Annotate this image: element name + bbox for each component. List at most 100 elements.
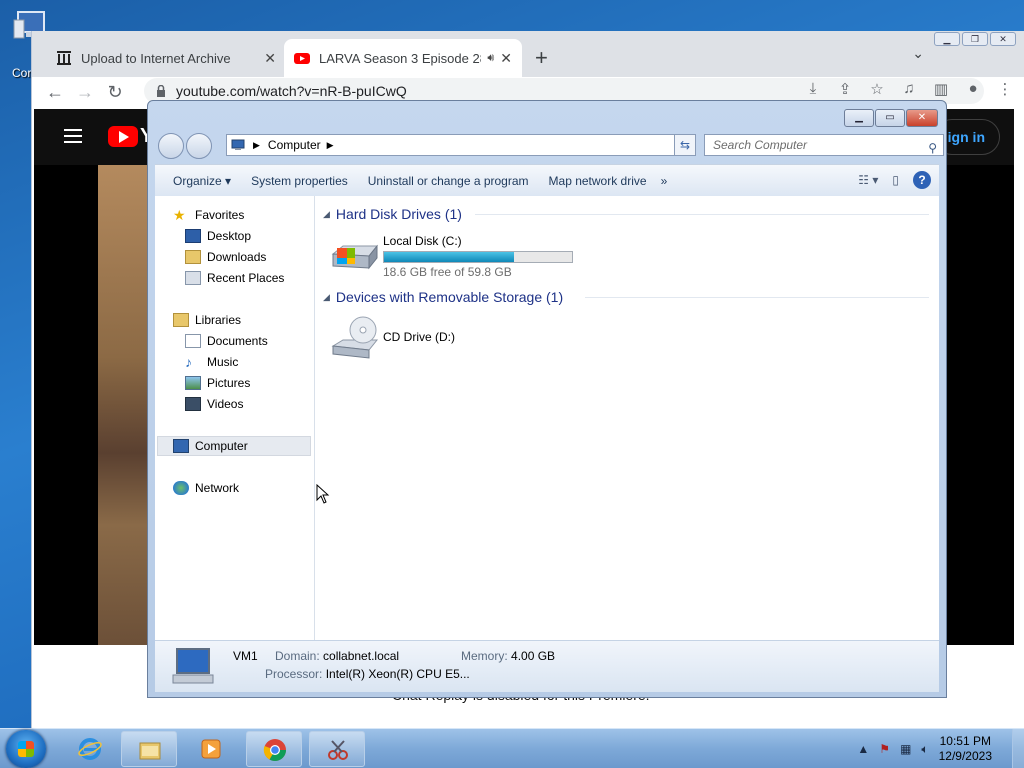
new-tab-icon[interactable]: +	[535, 45, 548, 71]
tab-title: Upload to Internet Archive	[81, 50, 231, 66]
taskbar-internet-explorer[interactable]	[62, 731, 118, 767]
media-control-icon[interactable]: ♫	[898, 80, 920, 98]
documents-icon	[185, 334, 201, 348]
nav-downloads-label: Downloads	[207, 250, 267, 264]
show-desktop-button[interactable]	[1012, 729, 1024, 768]
search-input[interactable]: Search Computer ⚲	[704, 134, 944, 156]
tab-search-chevron-icon[interactable]: ⌄	[912, 45, 924, 62]
tab-internet-archive[interactable]: Upload to Internet Archive ✕	[46, 39, 286, 77]
taskbar-snipping-tool[interactable]	[309, 731, 365, 767]
start-button[interactable]	[6, 730, 46, 768]
search-icon[interactable]: ⚲	[928, 138, 937, 158]
reload-icon[interactable]: ↻	[100, 82, 130, 103]
computer-icon	[172, 648, 214, 684]
pictures-icon	[185, 376, 201, 390]
nav-documents[interactable]: Documents	[185, 332, 268, 350]
forward-icon[interactable]: →	[70, 82, 100, 103]
more-commands-button[interactable]: »	[661, 174, 668, 188]
organize-button[interactable]: Organize ▾	[173, 174, 231, 188]
hamburger-icon[interactable]	[64, 129, 82, 143]
close-icon[interactable]: ✕	[906, 109, 938, 127]
explorer-window: ▁ ▭ ✕ ▶ Computer ▶ ▼ ⇆ Search Computer ⚲…	[147, 100, 947, 698]
nav-videos[interactable]: Videos	[185, 395, 243, 413]
help-icon[interactable]: ?	[913, 171, 931, 189]
close-icon[interactable]: ✕	[990, 32, 1016, 46]
tab-strip: Upload to Internet Archive ✕ LARVA Seaso…	[32, 31, 1024, 77]
window-controls: ▁ ❐ ✕	[934, 32, 1016, 46]
group-divider	[585, 297, 929, 298]
volume-icon[interactable]: 🔈︎	[921, 742, 928, 757]
network-status-icon[interactable]: ▦	[900, 742, 911, 756]
taskbar-media-player[interactable]	[183, 731, 239, 767]
change-view-icon[interactable]: ☷ ▾	[858, 173, 878, 187]
forward-icon[interactable]	[186, 133, 212, 159]
close-tab-icon[interactable]: ✕	[500, 50, 512, 67]
cd-drive-icon	[331, 316, 379, 359]
nav-favorites-label: Favorites	[195, 208, 245, 222]
taskbar-explorer[interactable]	[121, 731, 177, 767]
share-icon[interactable]: ⇪	[834, 80, 856, 98]
nav-network[interactable]: Network	[173, 479, 239, 497]
nav-favorites[interactable]: ★ Favorites	[173, 206, 244, 224]
network-icon	[173, 481, 189, 495]
youtube-logo-icon[interactable]	[108, 126, 138, 147]
removable-storage-group[interactable]: ◢ Devices with Removable Storage (1)	[323, 289, 563, 305]
action-center-icon[interactable]: ⚑	[879, 742, 890, 756]
nav-recent-places[interactable]: Recent Places	[185, 269, 284, 287]
tab-youtube[interactable]: LARVA Season 3 Episode 28 🔊︎ ✕	[284, 39, 522, 77]
nav-documents-label: Documents	[207, 334, 268, 348]
nav-libraries[interactable]: Libraries	[173, 311, 241, 329]
breadcrumb-separator-icon[interactable]: ▶	[253, 140, 260, 151]
back-icon[interactable]: ←	[40, 82, 70, 103]
install-icon[interactable]: ⤓	[802, 80, 824, 98]
nav-pictures[interactable]: Pictures	[185, 374, 250, 392]
explorer-address-bar[interactable]: ▶ Computer ▶ ▼	[226, 134, 688, 156]
local-disk-c[interactable]: Local Disk (C:) 18.6 GB free of 59.8 GB	[329, 234, 573, 279]
nav-libraries-label: Libraries	[195, 313, 242, 327]
clock[interactable]: 10:51 PM 12/9/2023	[939, 734, 992, 764]
computer-icon	[231, 139, 245, 150]
archive-icon	[57, 51, 71, 65]
bookmark-star-icon[interactable]: ☆	[866, 80, 888, 98]
back-icon[interactable]	[158, 133, 184, 159]
uninstall-program-button[interactable]: Uninstall or change a program	[368, 174, 529, 188]
map-network-drive-button[interactable]: Map network drive	[549, 174, 647, 188]
minimize-icon[interactable]: ▁	[844, 109, 874, 127]
breadcrumb-separator-icon[interactable]: ▶	[327, 140, 334, 151]
nav-music[interactable]: ♪ Music	[185, 353, 238, 371]
menu-icon[interactable]: ⋮	[994, 80, 1016, 98]
system-properties-button[interactable]: System properties	[251, 174, 348, 188]
collapse-icon[interactable]: ◢	[323, 292, 330, 303]
hard-disk-drives-group[interactable]: ◢ Hard Disk Drives (1)	[323, 206, 462, 222]
processor-field: Processor: Intel(R) Xeon(R) CPU E5...	[265, 667, 470, 681]
close-tab-icon[interactable]: ✕	[264, 50, 276, 67]
media-player-icon	[201, 739, 221, 759]
collapse-icon[interactable]: ◢	[323, 209, 330, 220]
refresh-icon[interactable]: ⇆	[674, 134, 696, 156]
music-icon: ♪	[185, 354, 192, 370]
maximize-icon[interactable]: ▭	[875, 109, 905, 127]
tab-title: LARVA Season 3 Episode 28	[319, 50, 482, 66]
clock-date: 12/9/2023	[938, 749, 992, 763]
libraries-icon	[173, 313, 189, 327]
nav-computer[interactable]: Computer	[157, 436, 311, 456]
audio-icon[interactable]: 🔊︎	[487, 52, 494, 65]
drive-name: CD Drive (D:)	[383, 330, 455, 344]
restore-icon[interactable]: ❐	[962, 32, 988, 46]
nav-computer-label: Computer	[195, 439, 248, 453]
local-disk-info: Local Disk (C:) 18.6 GB free of 59.8 GB	[383, 234, 573, 279]
minimize-icon[interactable]: ▁	[934, 32, 960, 46]
nav-downloads[interactable]: Downloads	[185, 248, 266, 266]
clock-time: 10:51 PM	[939, 734, 991, 748]
nav-desktop[interactable]: Desktop	[185, 227, 251, 245]
nav-videos-label: Videos	[207, 397, 244, 411]
folder-icon	[139, 742, 161, 760]
drive-name: Local Disk (C:)	[383, 234, 462, 248]
taskbar-chrome[interactable]	[246, 731, 302, 767]
show-hidden-icons-icon[interactable]: ▲	[857, 742, 869, 756]
cd-drive-d[interactable]: CD Drive (D:)	[329, 316, 455, 360]
profile-icon[interactable]: ●	[962, 80, 984, 98]
side-panel-icon[interactable]: ▥	[930, 80, 952, 98]
breadcrumb-computer[interactable]: Computer	[268, 138, 321, 152]
preview-pane-icon[interactable]: ▯	[892, 173, 899, 187]
